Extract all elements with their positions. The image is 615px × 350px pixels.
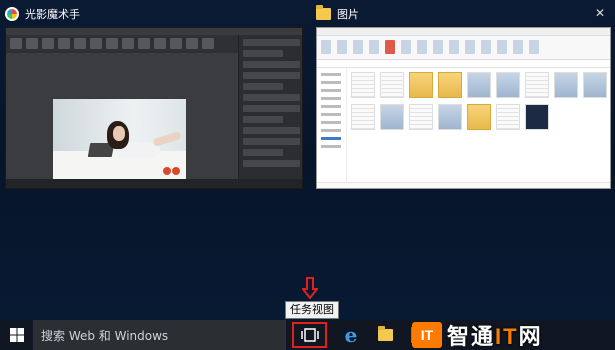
edge-icon: e (344, 323, 358, 347)
file-explorer-button[interactable] (370, 320, 400, 350)
close-icon[interactable]: ✕ (593, 6, 607, 20)
task-view-tooltip: 任务视图 (285, 301, 339, 319)
app-status-bar (6, 179, 302, 188)
task-view-window-photo-app[interactable]: 光影魔术手 (5, 3, 303, 189)
app-canvas (6, 53, 238, 181)
explorer-address-bar (317, 60, 610, 68)
window-thumbnail[interactable] (316, 27, 611, 189)
task-view-window-file-explorer[interactable]: 图片 ✕ (316, 3, 611, 189)
window-header: 图片 (316, 3, 359, 25)
explorer-file-grid (351, 72, 609, 172)
desktop-task-view: 光影魔术手 图片 ✕ 任务视图 (0, 0, 615, 320)
windows-logo-icon (9, 328, 24, 342)
app-toolbar (6, 35, 238, 53)
window-header: 光影魔术手 (5, 3, 80, 25)
window-thumbnail[interactable] (5, 27, 303, 189)
search-input[interactable]: 搜索 Web 和 Windows (33, 320, 286, 350)
photo-image (53, 99, 186, 181)
folder-icon (377, 326, 393, 341)
search-placeholder: 搜索 Web 和 Windows (41, 328, 169, 343)
start-button[interactable] (0, 320, 33, 350)
site-watermark: IT 智通IT网 (412, 321, 543, 349)
explorer-title-bar (317, 28, 610, 36)
explorer-nav-pane (317, 68, 347, 183)
task-view-icon (300, 328, 319, 342)
app-title-bar (6, 28, 302, 35)
window-title: 图片 (337, 8, 359, 21)
app-logo-icon (5, 7, 19, 21)
app-side-panel (238, 35, 302, 179)
folder-icon (316, 5, 331, 20)
watermark-text: 智通IT网 (447, 324, 543, 349)
edge-browser-button[interactable]: e (336, 320, 366, 350)
watermark-logo: IT (412, 322, 442, 348)
explorer-ribbon (317, 36, 610, 60)
arrow-down-icon (302, 277, 318, 299)
window-title: 光影魔术手 (25, 8, 80, 21)
explorer-status-bar (317, 182, 610, 188)
task-view-button[interactable] (292, 322, 327, 348)
